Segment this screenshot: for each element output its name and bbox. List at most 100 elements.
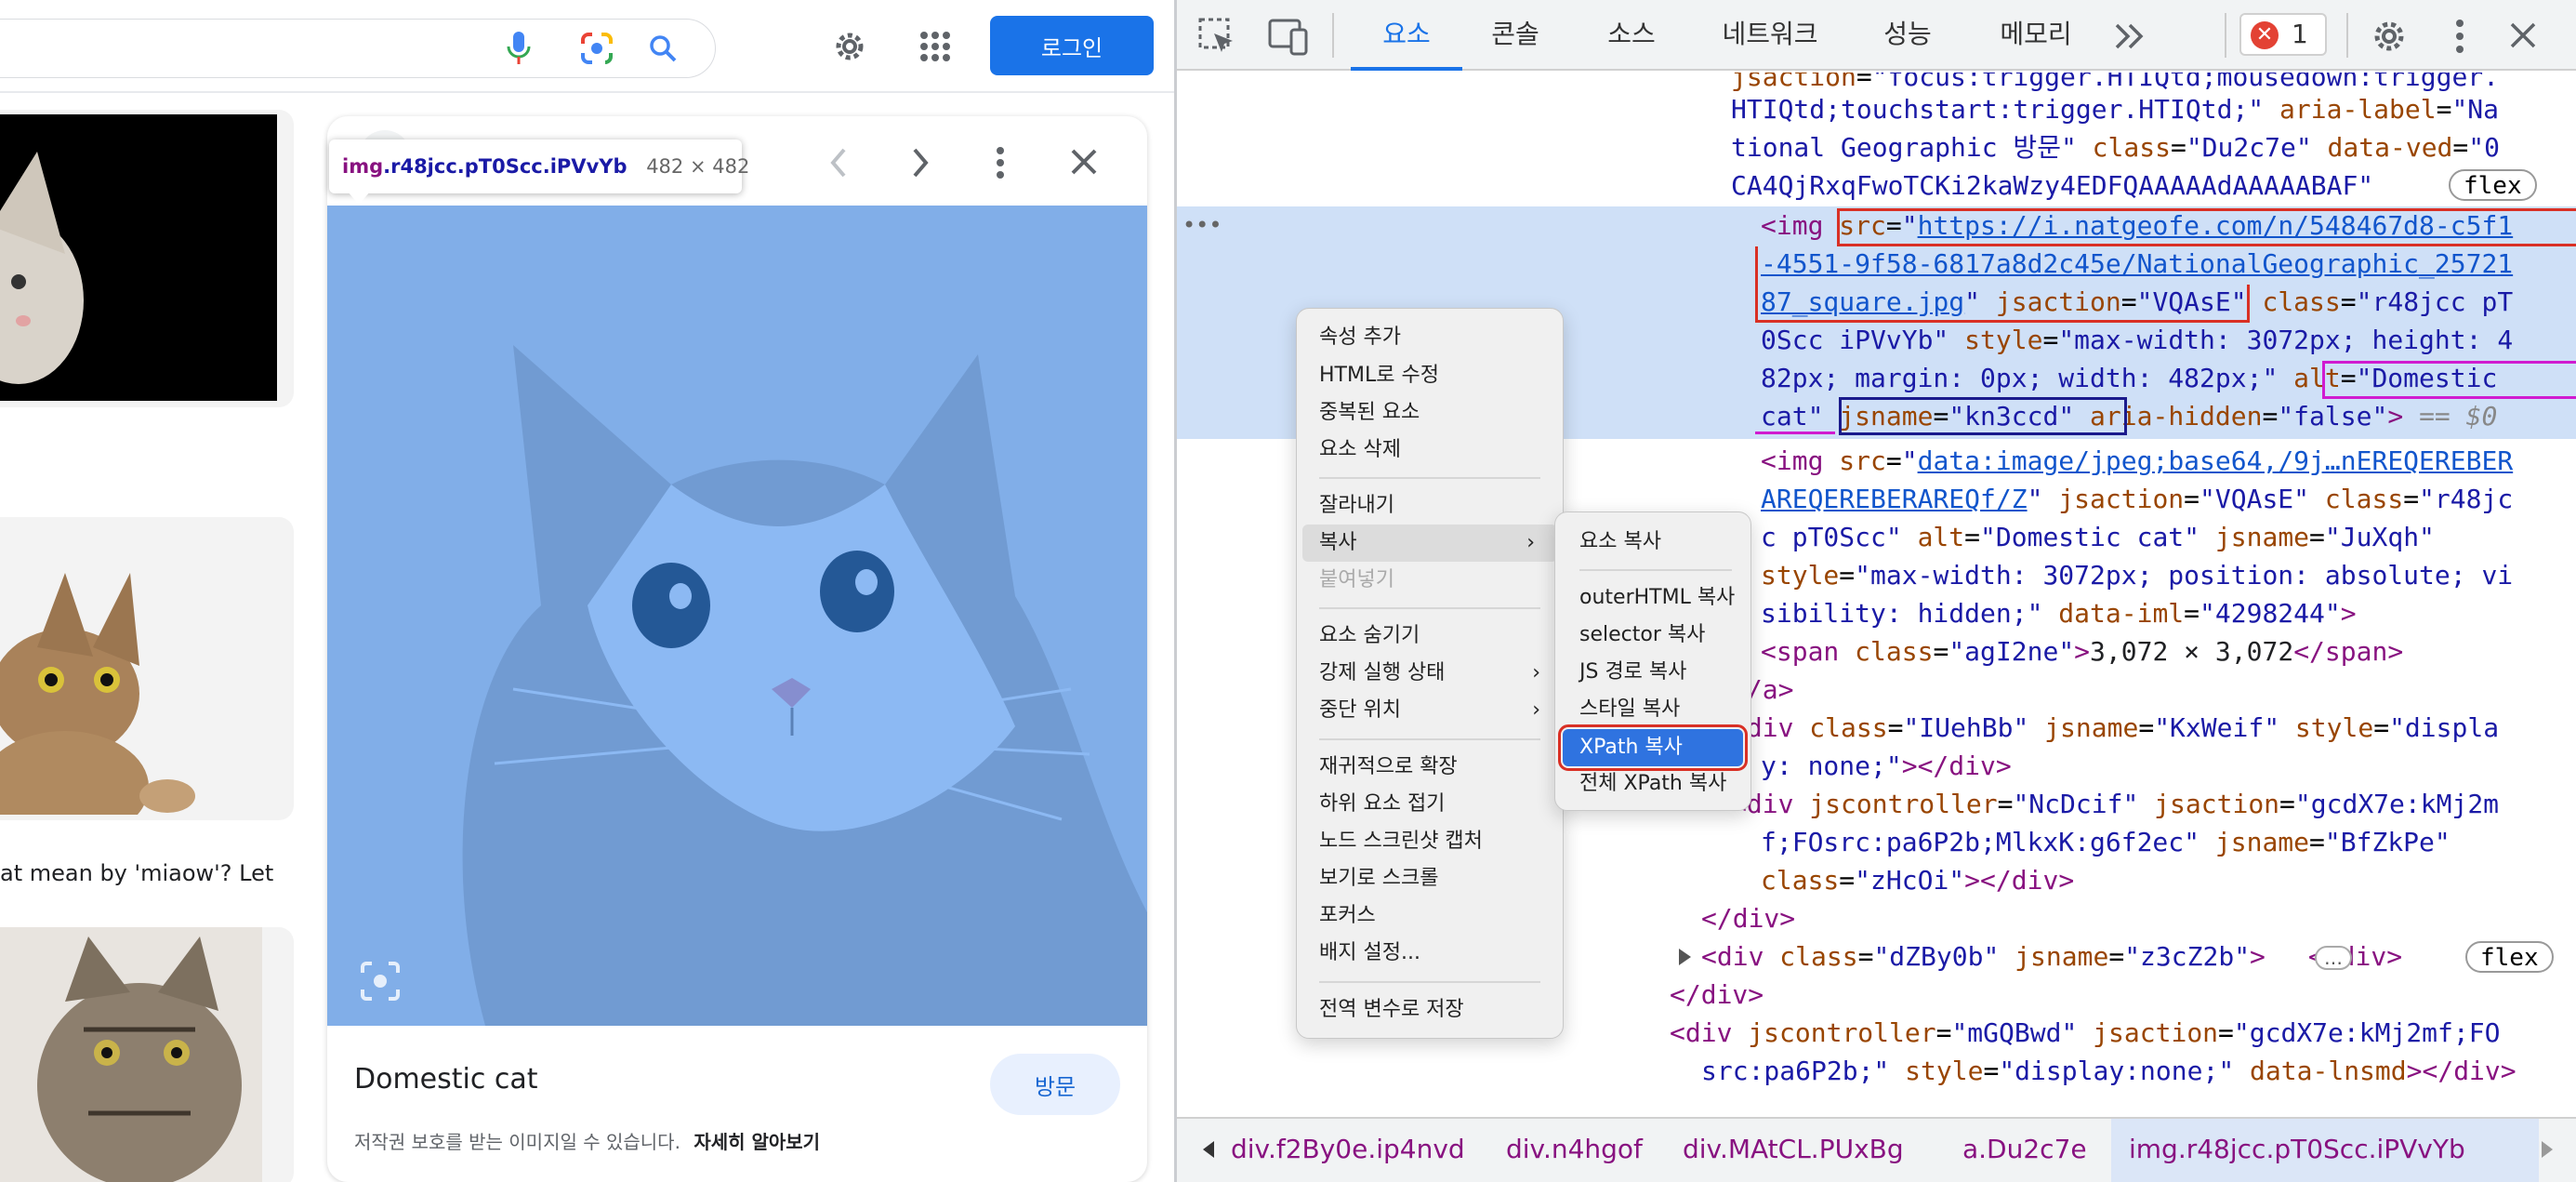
cat-thumbnail-2[interactable] [0,526,279,815]
menu-item-expand-recursively[interactable]: 재귀적으로 확장 [1297,749,1563,786]
dom-line: <div class="IUehBb" jsname="KxWeif" styl… [1731,712,2500,743]
menu-separator [1319,477,1540,479]
settings-gear-icon[interactable] [2370,17,2409,56]
breadcrumb-item[interactable]: img.r48jcc.pT0Scc.iPVvYb [2129,1119,2465,1180]
dom-line: src:pa6P2b;" style="display:none;" data-… [1701,1056,2517,1086]
context-menu: 속성 추가 HTML로 수정 중복된 요소 요소 삭제 잘라내기 복사 › 붙여넣… [1296,308,1564,1039]
login-button[interactable]: 로그인 [990,16,1154,75]
menu-item-collapse-children[interactable]: 하위 요소 접기 [1297,786,1563,823]
dom-line: style="max-width: 3072px; position: abso… [1761,560,2514,591]
submenu-item-copy-js-path[interactable]: JS 경로 복사 [1555,654,1750,691]
inspect-element-icon[interactable] [1197,17,1236,56]
scroll-left-icon[interactable] [1203,1141,1214,1158]
src-annotation-box [1755,285,2250,323]
breadcrumb-item[interactable]: a.Du2c7e [1962,1119,2087,1180]
menu-item-duplicate[interactable]: 중복된 요소 [1297,394,1563,432]
dom-line: f;FOsrc:pa6P2b;MlkxK:g6f2ec" jsname="BfZ… [1761,827,2451,857]
menu-item-break-on[interactable]: 중단 위치 › [1297,692,1563,729]
chevron-right-icon[interactable] [907,144,933,181]
menu-separator [1319,981,1540,983]
submenu-item-copy-element[interactable]: 요소 복사 [1555,524,1750,561]
src-annotation-box [1837,208,2576,246]
submenu-item-copy-styles[interactable]: 스타일 복사 [1555,691,1750,728]
submenu-item-copy-outerhtml[interactable]: outerHTML 복사 [1555,579,1750,617]
collapsed-ellipsis[interactable]: … [2315,946,2352,970]
dom-line: </div> [1670,979,1764,1010]
toolbar-separator [2225,13,2226,58]
menu-item-force-state[interactable]: 강제 실행 상태 › [1297,655,1563,692]
toolbar-separator [2346,13,2348,58]
toolbar-separator [1332,13,1334,58]
alt-annotation-box [2322,361,2576,399]
device-toolbar-icon[interactable] [1267,17,1310,56]
menu-item-paste[interactable]: 붙여넣기 [1297,562,1563,599]
close-devtools-icon[interactable] [2508,20,2538,50]
tab-network[interactable]: 네트워크 [1705,0,1835,69]
dom-line[interactable]: <div class="dZBy0b" jsname="z3cZ2b"> </di… [1701,937,2402,976]
error-count: 1 [2292,19,2308,49]
preview-image[interactable] [327,206,1147,1026]
scroll-right-icon[interactable] [2542,1141,2553,1158]
lens-search-icon[interactable] [357,958,403,1004]
more-vert-icon[interactable] [2451,17,2469,56]
menu-item-store-as-global[interactable]: 전역 변수로 저장 [1297,991,1563,1029]
menu-item-scroll-into-view[interactable]: 보기로 스크롤 [1297,860,1563,897]
menu-separator [1319,607,1540,609]
dom-line: 0Scc iPVvYb" style="max-width: 3072px; h… [1761,325,2514,355]
tab-console[interactable]: 콘솔 [1469,0,1562,69]
tab-memory[interactable]: 메모리 [1980,0,2092,69]
dom-line: sibility: hidden;" data-iml="4298244"> [1761,598,2357,629]
breadcrumb-item[interactable]: div.MAtCL.PUxBg [1683,1119,1904,1180]
tooltip-pointer [348,192,370,205]
apps-grid-icon[interactable] [919,31,951,62]
submenu-item-copy-selector[interactable]: selector 복사 [1555,617,1750,654]
cat-thumbnail-1[interactable] [0,114,277,401]
close-icon[interactable] [1069,147,1099,177]
copyright-notice: 저작권 보호를 받는 이미지일 수 있습니다. 자세히 알아보기 [354,1127,820,1154]
more-vert-icon[interactable] [991,144,1010,181]
visit-button[interactable]: 방문 [990,1054,1120,1115]
menu-item-add-attribute[interactable]: 속성 추가 [1297,319,1563,356]
tab-performance[interactable]: 성능 [1861,0,1954,69]
error-badge[interactable]: ✕ 1 [2239,13,2327,56]
flex-badge[interactable]: flex [2465,941,2554,973]
dom-line: <span class="agI2ne">3,072 × 3,072</span… [1761,636,2404,667]
menu-item-focus[interactable]: 포커스 [1297,897,1563,935]
microphone-icon[interactable] [503,30,535,67]
tab-elements[interactable]: 요소 [1351,0,1462,71]
expand-triangle-icon[interactable] [1679,949,1691,965]
chevron-left-icon[interactable] [826,144,852,181]
menu-item-hide-element[interactable]: 요소 숨기기 [1297,618,1563,655]
dom-line: tional Geographic 방문" class="Du2c7e" dat… [1731,132,2500,163]
menu-item-capture-node-screenshot[interactable]: 노드 스크린샷 캡처 [1297,823,1563,860]
menu-item-edit-as-html[interactable]: HTML로 수정 [1297,357,1563,394]
node-ellipsis-icon[interactable]: ••• [1182,212,1222,238]
submenu-item-copy-full-xpath[interactable]: 전체 XPath 복사 [1555,765,1750,803]
more-tabs-icon[interactable] [2113,22,2147,50]
menu-item-copy[interactable]: 복사 › [1302,525,1557,562]
menu-item-delete[interactable]: 요소 삭제 [1297,432,1563,469]
tab-sources[interactable]: 소스 [1585,0,1678,69]
break-on-label: 중단 위치 [1319,698,1401,722]
header-divider [0,91,1174,93]
submenu-arrow-icon: › [1532,661,1540,684]
search-icon[interactable] [648,33,678,63]
dom-line: <div jscontroller="NcDcif" jsaction="gcd… [1731,789,2500,819]
cat-thumbnail-3[interactable] [0,927,262,1182]
breadcrumb-item[interactable]: div.f2By0e.ip4nvd [1231,1119,1465,1180]
flex-badge[interactable]: flex [2449,169,2537,201]
dom-line: c pT0Scc" alt="Domestic cat" jsname="JuX… [1761,522,2435,552]
breadcrumb-item[interactable]: div.n4hgof [1506,1119,1643,1180]
copy-submenu: 요소 복사 outerHTML 복사 selector 복사 JS 경로 복사 … [1554,511,1751,811]
settings-gear-icon[interactable] [831,28,868,65]
tooltip-classes: .r48jcc.pT0Scc.iPVvYb [383,155,627,178]
tooltip-size: 482 × 482 [646,155,750,178]
google-lens-icon[interactable] [579,31,614,66]
dom-line: class="zHcOi"></div> [1761,865,2075,896]
learn-more-link[interactable]: 자세히 알아보기 [694,1131,820,1153]
submenu-item-copy-xpath[interactable]: XPath 복사 [1558,724,1748,771]
result-caption[interactable]: at mean by 'miaow'? Let ... [0,860,279,886]
error-icon: ✕ [2251,21,2279,49]
menu-item-badge-settings[interactable]: 배지 설정... [1297,935,1563,972]
menu-item-cut[interactable]: 잘라내기 [1297,487,1563,525]
